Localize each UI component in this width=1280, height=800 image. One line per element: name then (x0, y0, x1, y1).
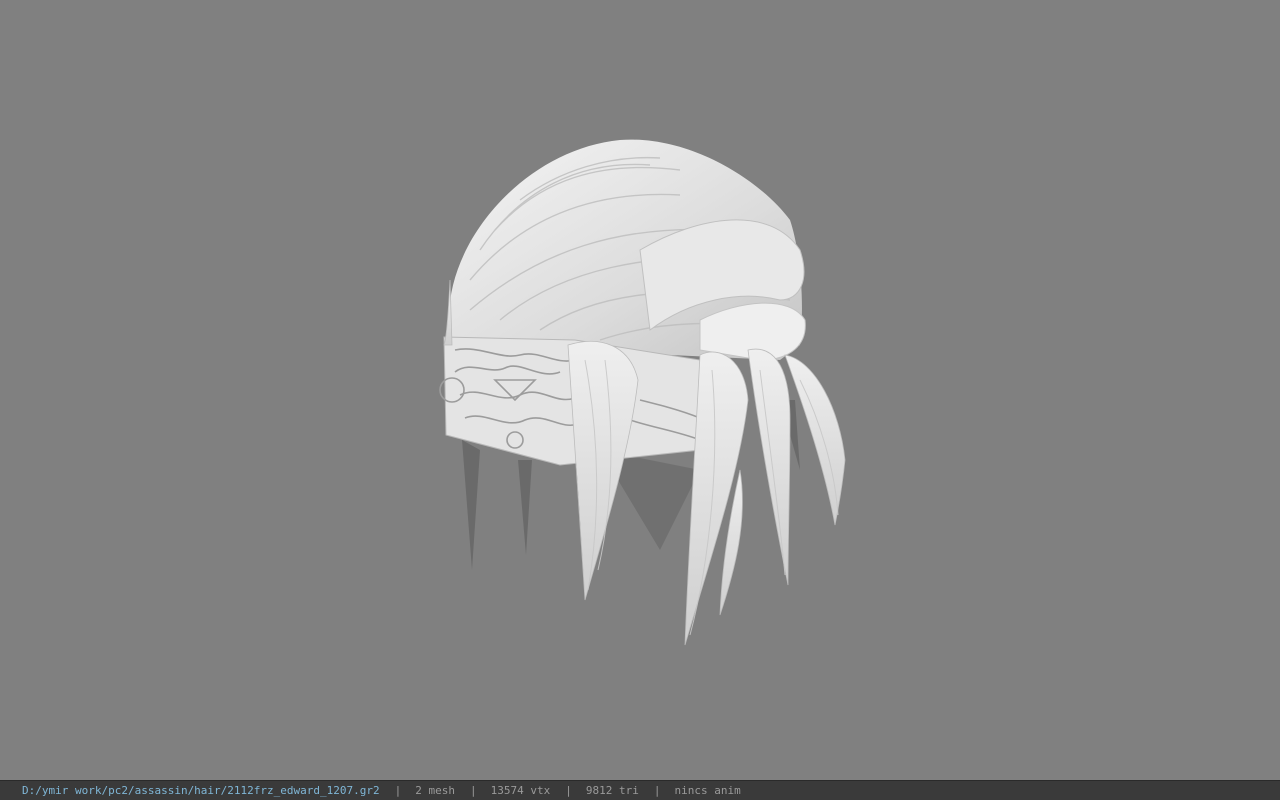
file-path: D:/ymir work/pc2/assassin/hair/2112frz_e… (22, 784, 380, 797)
separator: | (653, 784, 661, 797)
separator: | (394, 784, 402, 797)
separator: | (470, 784, 477, 797)
separator: | (565, 784, 572, 797)
animation-status: nincs anim (674, 784, 741, 797)
mesh-count: 2 mesh (415, 784, 455, 797)
status-bar: D:/ymir work/pc2/assassin/hair/2112frz_e… (0, 780, 1280, 800)
model-viewport[interactable] (0, 0, 1280, 780)
vertex-count: 13574 vtx (490, 784, 551, 797)
hair-model-render (439, 139, 846, 646)
triangle-count: 9812 tri (585, 784, 639, 797)
